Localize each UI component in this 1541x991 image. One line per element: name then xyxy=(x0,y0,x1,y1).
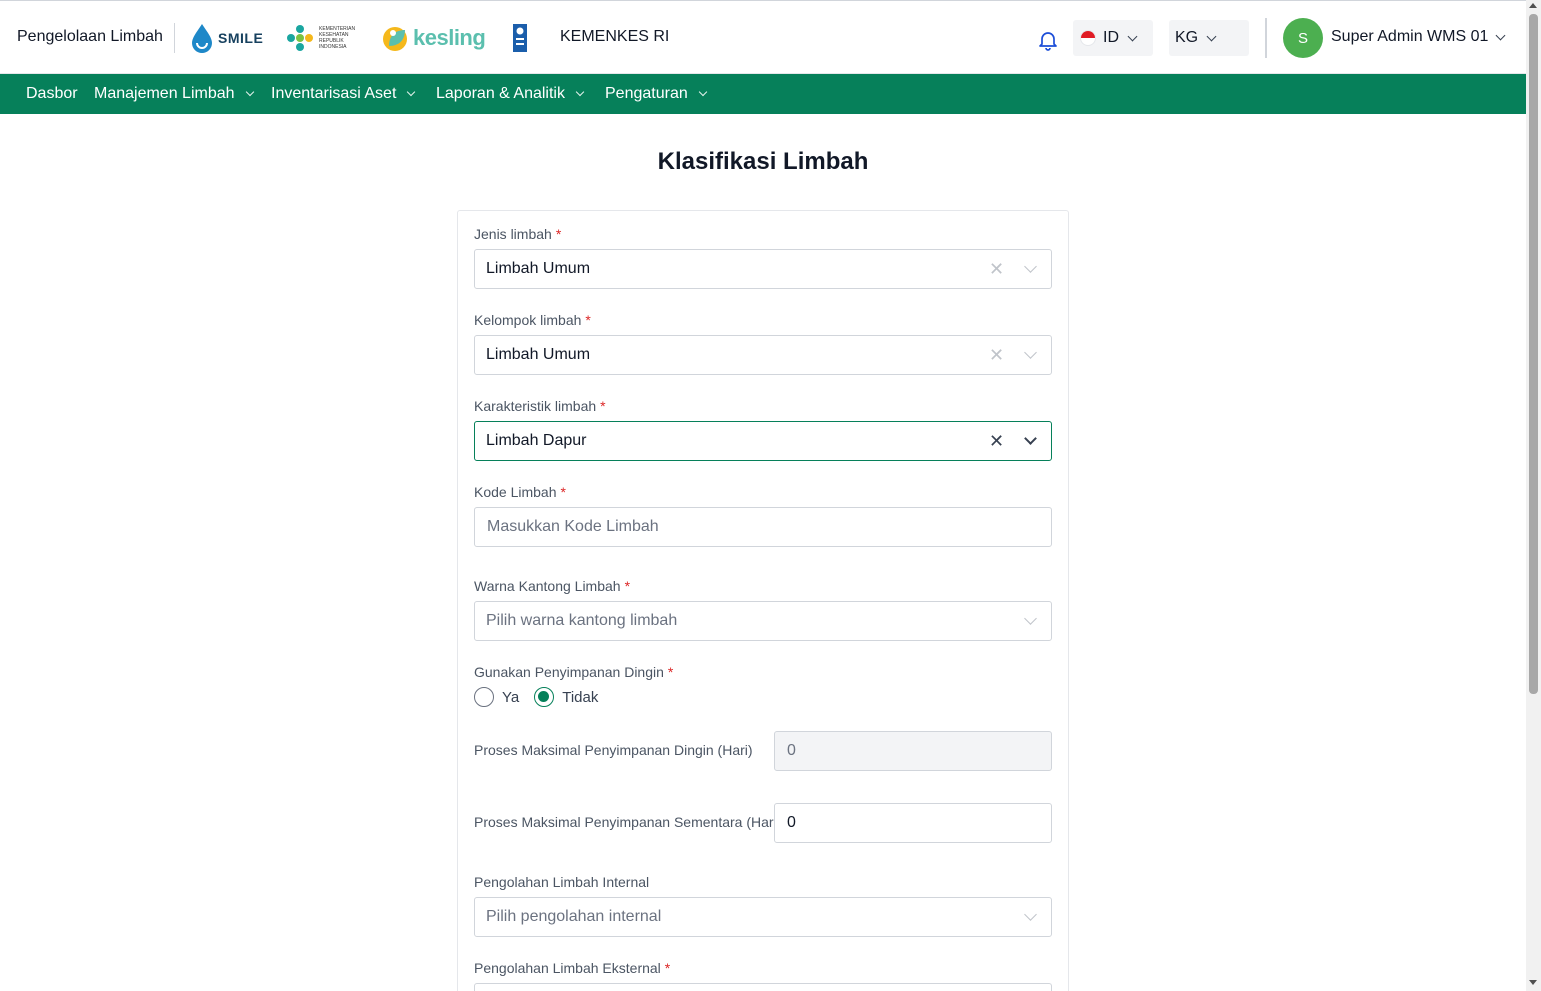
radio-ya-label[interactable]: Ya xyxy=(502,689,519,706)
kelompok-limbah-label: Kelompok limbah * xyxy=(474,312,591,328)
chevron-down-icon xyxy=(1206,31,1217,41)
page-title: Klasifikasi Limbah xyxy=(657,148,869,175)
nav-item-dasbor[interactable]: Dasbor xyxy=(26,85,78,103)
language-value: ID xyxy=(1103,29,1119,46)
unit-value: KG xyxy=(1175,29,1199,46)
karakteristik-limbah-label: Karakteristik limbah * xyxy=(474,398,606,414)
pengolahan-internal-placeholder: Pilih pengolahan internal xyxy=(486,908,662,925)
chevron-down-icon xyxy=(407,87,416,97)
pengolahan-internal-select[interactable]: Pilih pengolahan internal xyxy=(474,897,1052,937)
karakteristik-limbah-select[interactable]: Limbah Dapur ✕ xyxy=(474,421,1052,461)
max-penyimpanan-dingin-input: 0 xyxy=(774,731,1052,771)
kemenkes-emblem-icon xyxy=(287,25,313,51)
scroll-up-arrow-icon[interactable] xyxy=(1529,3,1537,8)
nav-item-laporan-analitik[interactable]: Laporan & Analitik xyxy=(436,85,585,103)
scrollbar-thumb[interactable] xyxy=(1529,14,1538,694)
chevron-down-icon[interactable] xyxy=(1024,346,1037,359)
clear-icon[interactable]: ✕ xyxy=(989,346,1004,364)
nav-item-pengaturan[interactable]: Pengaturan xyxy=(605,85,707,103)
scroll-down-arrow-icon[interactable] xyxy=(1529,980,1537,985)
clear-icon[interactable]: ✕ xyxy=(989,432,1004,450)
nav-item-manajemen-limbah[interactable]: Manajemen Limbah xyxy=(94,85,254,103)
indonesia-flag-icon xyxy=(1080,30,1096,46)
penyimpanan-dingin-label: Gunakan Penyimpanan Dingin * xyxy=(474,664,674,680)
radio-ya[interactable] xyxy=(474,687,494,707)
warna-kantong-placeholder: Pilih warna kantong limbah xyxy=(486,612,678,629)
header-divider xyxy=(174,23,175,53)
karakteristik-limbah-value: Limbah Dapur xyxy=(486,432,587,449)
main-nav: Dasbor Manajemen Limbah Inventarisasi As… xyxy=(0,74,1526,114)
warna-kantong-select[interactable]: Pilih warna kantong limbah xyxy=(474,601,1052,641)
warna-kantong-label: Warna Kantong Limbah * xyxy=(474,578,631,594)
kesling-leaf-icon xyxy=(383,27,407,51)
jenis-limbah-value: Limbah Umum xyxy=(486,260,591,277)
pengolahan-internal-label: Pengolahan Limbah Internal xyxy=(474,874,650,890)
smile-logo: SMILE xyxy=(190,19,263,57)
radio-tidak-label[interactable]: Tidak xyxy=(562,689,598,706)
user-avatar[interactable]: S xyxy=(1283,18,1323,58)
chevron-down-icon xyxy=(575,87,585,97)
kemenkes-logo: KEMENTERIAN KESEHATAN REPUBLIK INDONESIA xyxy=(285,19,355,57)
organization-name: KEMENKES RI xyxy=(560,28,670,45)
chevron-down-icon[interactable] xyxy=(1024,260,1037,273)
chevron-down-icon[interactable] xyxy=(1024,612,1037,625)
chevron-down-icon xyxy=(1127,31,1138,41)
user-menu-chevron-icon[interactable] xyxy=(1495,30,1506,41)
nav-item-inventarisasi-aset[interactable]: Inventarisasi Aset xyxy=(271,85,416,103)
clear-icon[interactable]: ✕ xyxy=(989,260,1004,278)
jenis-limbah-label: Jenis limbah * xyxy=(474,226,562,242)
penyimpanan-dingin-radio-group: Ya Tidak xyxy=(474,687,613,707)
max-penyimpanan-sementara-label: Proses Maksimal Penyimpanan Sementara (H… xyxy=(474,814,782,830)
pengolahan-eksternal-label: Pengolahan Limbah Eksternal * xyxy=(474,960,671,976)
chevron-down-icon[interactable] xyxy=(1024,908,1037,921)
kelompok-limbah-value: Limbah Umum xyxy=(486,346,591,363)
kode-limbah-label: Kode Limbah * xyxy=(474,484,566,500)
max-penyimpanan-dingin-label: Proses Maksimal Penyimpanan Dingin (Hari… xyxy=(474,742,753,758)
kode-limbah-input[interactable]: Masukkan Kode Limbah xyxy=(474,507,1052,547)
kelompok-limbah-select[interactable]: Limbah Umum ✕ xyxy=(474,335,1052,375)
notification-bell-icon[interactable] xyxy=(1037,29,1059,51)
user-name[interactable]: Super Admin WMS 01 xyxy=(1331,28,1488,46)
unit-select[interactable]: KG xyxy=(1169,20,1249,56)
chevron-down-icon[interactable] xyxy=(1024,432,1037,445)
smile-drop-icon xyxy=(192,24,212,53)
jenis-limbah-select[interactable]: Limbah Umum ✕ xyxy=(474,249,1052,289)
pengolahan-eksternal-select[interactable] xyxy=(474,983,1052,991)
undp-emblem-icon xyxy=(513,24,527,52)
chevron-down-icon xyxy=(698,87,707,97)
top-header: Pengelolaan Limbah SMILE KEMENTERIAN KES… xyxy=(0,0,1526,74)
undp-logo xyxy=(513,19,527,57)
max-penyimpanan-sementara-input[interactable]: 0 xyxy=(774,803,1052,843)
chevron-down-icon xyxy=(245,87,254,97)
user-divider xyxy=(1265,18,1267,58)
language-select[interactable]: ID xyxy=(1073,20,1153,56)
kesling-logo: kesling xyxy=(381,19,486,57)
radio-tidak[interactable] xyxy=(534,687,555,707)
app-title: Pengelolaan Limbah xyxy=(17,28,163,45)
